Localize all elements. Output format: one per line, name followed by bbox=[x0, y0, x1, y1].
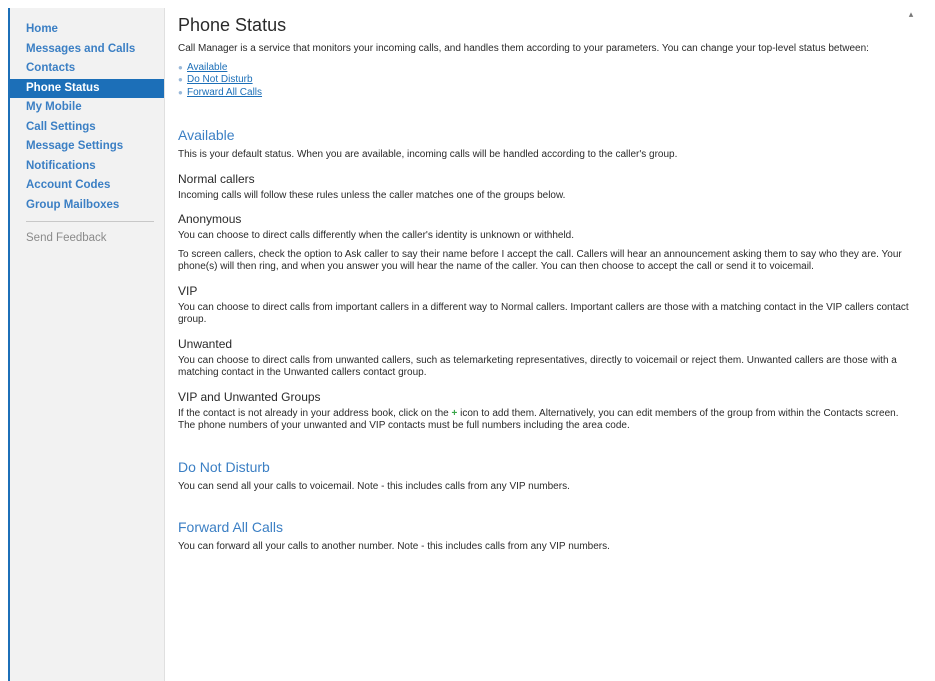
available-text: This is your default status. When you ar… bbox=[178, 149, 678, 160]
forward-all-calls-link[interactable]: Forward All Calls bbox=[187, 87, 262, 98]
do-not-disturb-text: You can send all your calls to voicemail… bbox=[178, 480, 570, 492]
sidebar-item-notifications[interactable]: Notifications bbox=[10, 157, 164, 177]
normal-callers-text: Incoming calls will follow these rules u… bbox=[178, 189, 566, 201]
sidebar-nav: Home Messages and Calls Contacts Phone S… bbox=[10, 8, 165, 681]
vip-unwanted-groups-text: If the contact is not already in your ad… bbox=[178, 408, 918, 433]
vip-text: You can choose to direct calls from impo… bbox=[178, 301, 909, 326]
do-not-disturb-heading: Do Not Disturb bbox=[178, 458, 270, 475]
list-item: ● Forward All Calls bbox=[178, 87, 918, 100]
status-links-list: ● Available ● Do Not Disturb ● Forward A… bbox=[178, 62, 918, 100]
available-link[interactable]: Available bbox=[187, 62, 227, 73]
sidebar-item-home[interactable]: Home bbox=[10, 20, 164, 40]
list-item: ● Do Not Disturb bbox=[178, 74, 918, 87]
sidebar-menu: Home Messages and Calls Contacts Phone S… bbox=[10, 8, 164, 215]
intro-text: Call Manager is a service that monitors … bbox=[178, 43, 869, 54]
sidebar-item-group-mailboxes[interactable]: Group Mailboxes bbox=[10, 196, 164, 216]
sidebar-item-account-codes[interactable]: Account Codes bbox=[10, 176, 164, 196]
dot-bullet-icon: ● bbox=[178, 87, 183, 97]
sidebar-divider bbox=[26, 221, 154, 222]
anonymous-text: You can choose to direct calls different… bbox=[178, 230, 575, 241]
sidebar-item-message-settings[interactable]: Message Settings bbox=[10, 137, 164, 157]
list-item: ● Available bbox=[178, 62, 918, 75]
available-heading: Available bbox=[178, 127, 235, 143]
vip-heading: VIP bbox=[178, 283, 198, 298]
dot-bullet-icon: ● bbox=[178, 62, 183, 72]
vip-unwanted-groups-heading: VIP and Unwanted Groups bbox=[178, 389, 321, 404]
sidebar-item-call-settings[interactable]: Call Settings bbox=[10, 118, 164, 138]
page-title: Phone Status bbox=[178, 15, 287, 35]
main-content: ▴ Phone Status Call Manager is a service… bbox=[178, 8, 918, 681]
forward-all-calls-text: You can forward all your calls to anothe… bbox=[178, 541, 610, 552]
scroll-up-arrow-icon[interactable]: ▴ bbox=[906, 8, 916, 20]
sidebar-item-messages-and-calls[interactable]: Messages and Calls bbox=[10, 40, 164, 60]
send-feedback-link[interactable]: Send Feedback bbox=[10, 230, 164, 246]
dot-bullet-icon: ● bbox=[178, 75, 183, 84]
do-not-disturb-link[interactable]: Do Not Disturb bbox=[187, 74, 253, 85]
forward-all-calls-heading: Forward All Calls bbox=[178, 519, 284, 535]
sidebar-item-phone-status[interactable]: Phone Status bbox=[10, 78, 164, 98]
sidebar-item-contacts[interactable]: Contacts bbox=[10, 59, 164, 79]
normal-callers-heading: Normal callers bbox=[178, 171, 255, 186]
unwanted-heading: Unwanted bbox=[178, 336, 233, 351]
groups-text-before: If the contact is not already in your ad… bbox=[178, 407, 452, 419]
anonymous-screening-text: To screen callers, check the option to A… bbox=[178, 248, 902, 273]
unwanted-text: You can choose to direct calls from unwa… bbox=[178, 354, 897, 379]
sidebar-item-my-mobile[interactable]: My Mobile bbox=[10, 98, 164, 118]
anonymous-heading: Anonymous bbox=[178, 212, 242, 226]
